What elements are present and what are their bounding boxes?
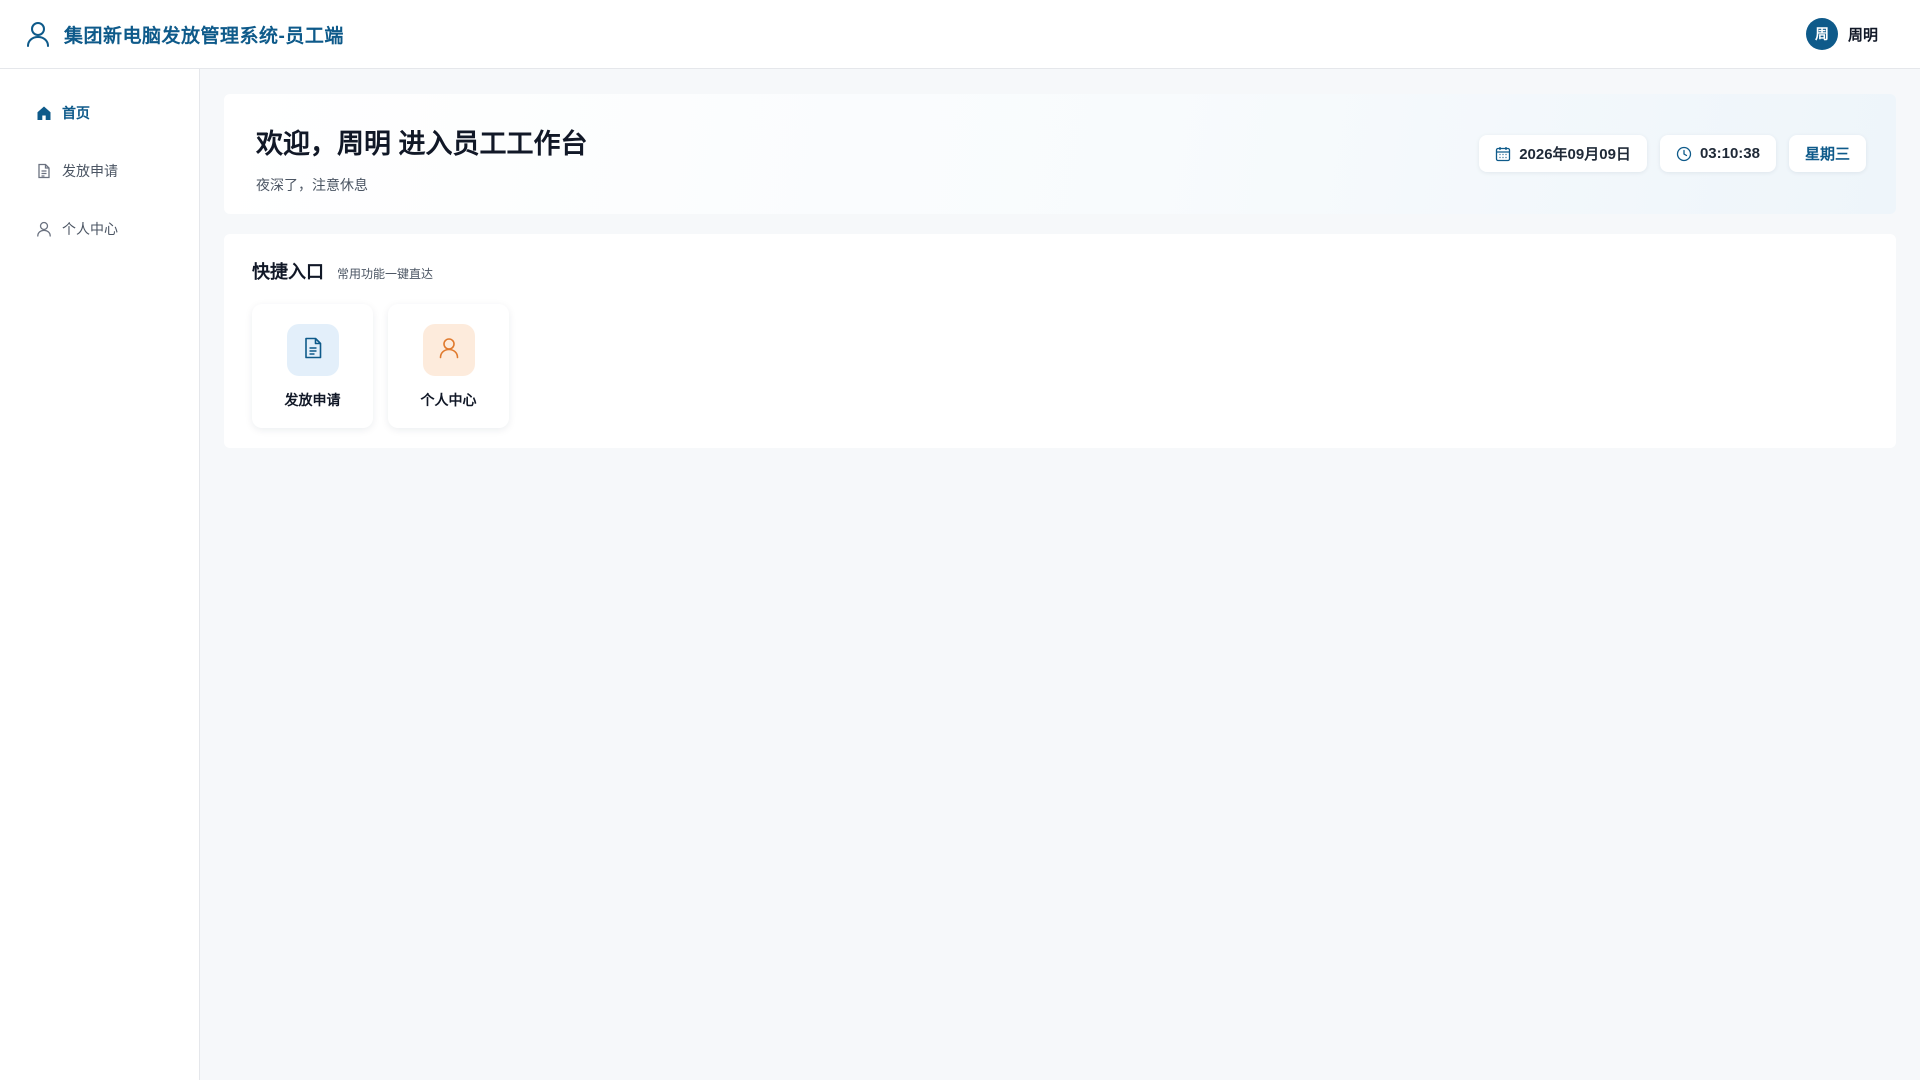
user-name[interactable]: 周明 (1848, 24, 1878, 45)
quick-access-cards: 发放申请 个人中心 (252, 304, 1868, 428)
sidebar-item-issue-request[interactable]: 发放申请 (0, 155, 199, 187)
sidebar-item-label: 个人中心 (62, 221, 118, 237)
time-chip: 03:10:38 (1659, 135, 1776, 172)
time-text: 03:10:38 (1699, 145, 1760, 162)
quick-access-title: 快捷入口 (252, 262, 324, 282)
user-menu[interactable]: 周 周明 (1805, 18, 1878, 50)
document-icon (36, 163, 52, 179)
app-title: 集团新电脑发放管理系统-员工端 (64, 25, 344, 47)
user-icon (26, 21, 50, 47)
calendar-icon (1495, 146, 1511, 162)
sidebar-item-label: 发放申请 (62, 163, 118, 179)
top-bar: 集团新电脑发放管理系统-员工端 周 周明 (0, 0, 1920, 69)
user-icon (437, 336, 461, 365)
quick-access-panel: 快捷入口 常用功能一键直达 发放申请 个人中心 (224, 234, 1896, 448)
card-label: 发放申请 (284, 392, 341, 408)
sidebar-item-label: 首页 (62, 105, 90, 121)
home-icon (36, 105, 52, 121)
user-icon (36, 221, 52, 237)
sidebar-item-home[interactable]: 首页 (0, 97, 199, 129)
welcome-banner: 欢迎，周明 进入员工工作台 夜深了，注意休息 2026年09月09日 03:10… (224, 94, 1896, 214)
sidebar: 首页 发放申请 个人中心 (0, 69, 200, 1080)
date-text: 2026年09月09日 (1519, 146, 1631, 163)
card-icon-bg (286, 324, 339, 376)
clock-icon (1676, 146, 1692, 162)
main-content: 欢迎，周明 进入员工工作台 夜深了，注意休息 2026年09月09日 03:10… (224, 94, 1896, 448)
weekday-chip: 星期三 (1788, 135, 1866, 172)
weekday-text: 星期三 (1804, 146, 1850, 163)
quick-card-issue-request[interactable]: 发放申请 (252, 304, 373, 428)
document-icon (301, 336, 325, 365)
avatar[interactable]: 周 (1805, 18, 1838, 50)
card-label: 个人中心 (420, 392, 477, 408)
welcome-subtitle: 夜深了，注意休息 (256, 177, 368, 193)
date-chip: 2026年09月09日 (1479, 135, 1647, 172)
brand: 集团新电脑发放管理系统-员工端 (26, 21, 344, 48)
card-icon-bg (422, 324, 475, 376)
quick-access-header: 快捷入口 常用功能一键直达 (252, 258, 1868, 284)
sidebar-item-profile[interactable]: 个人中心 (0, 213, 199, 245)
quick-card-profile[interactable]: 个人中心 (388, 304, 509, 428)
date-time-chips: 2026年09月09日 03:10:38 星期三 (1479, 135, 1866, 172)
quick-access-subtitle: 常用功能一键直达 (337, 267, 434, 281)
